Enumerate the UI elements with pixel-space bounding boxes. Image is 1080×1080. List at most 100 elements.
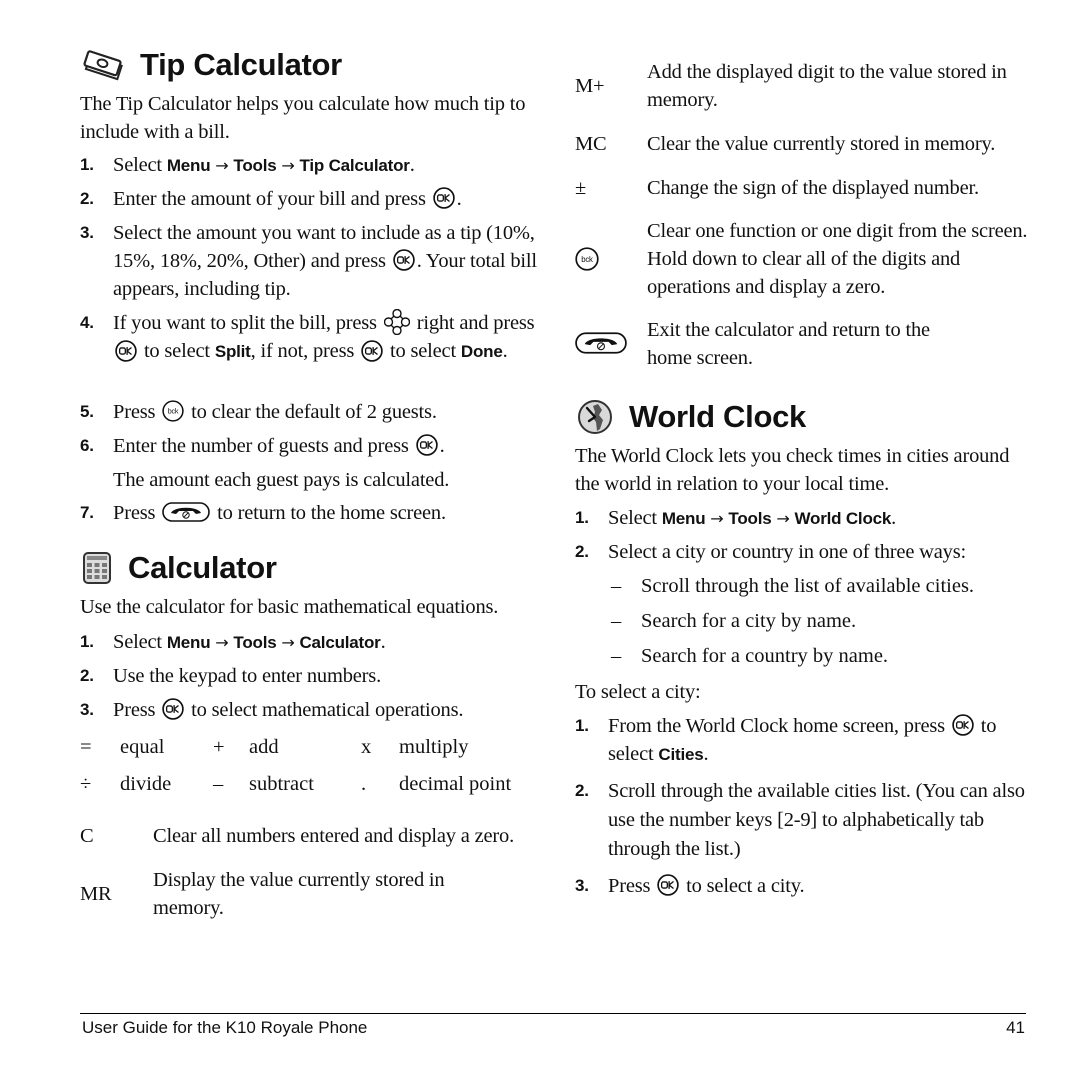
step-number: 3. [575, 876, 589, 895]
way-text: Search for a city by name. [641, 610, 857, 632]
city-step-2: 2. Scroll through the available cities l… [575, 777, 1035, 864]
punctuation: . [703, 743, 709, 765]
step-text: to select [390, 340, 456, 363]
function-term: C [80, 825, 94, 847]
operation-label: divide [120, 773, 172, 795]
dash-bullet: – [611, 575, 622, 597]
step-text: Enter the number of guests and press [113, 435, 409, 457]
punctuation: . [891, 507, 897, 529]
step-text: , if not, press [250, 340, 355, 363]
operation-label: multiply [399, 736, 469, 758]
end-key-icon [575, 331, 627, 363]
page-number: 41 [1006, 1018, 1025, 1037]
calculator-title: Calculator [128, 550, 277, 585]
step-number: 1. [80, 632, 94, 651]
operation-symbol: . [361, 773, 367, 795]
step-number: 5. [80, 402, 94, 421]
function-description: Add the displayed digit to the value sto… [647, 61, 1007, 111]
step-text: Scroll through the available cities list… [608, 780, 1025, 860]
tip-calculator-label: Tip Calculator [299, 156, 410, 175]
way-item: – Search for a country by name. [575, 642, 1035, 670]
footer-guide-title: User Guide for the K10 Royale Phone [82, 1018, 368, 1037]
footer-divider [80, 1013, 1026, 1014]
end-key-icon [162, 502, 211, 523]
operation-symbol: – [213, 773, 224, 795]
arrow-icon: → [210, 633, 234, 652]
step-number: 2. [80, 189, 94, 208]
world-clock-icon [575, 399, 615, 435]
operations-table: = equal + add x multiply ÷ divide – subt… [80, 736, 540, 806]
tip-calculator-title: Tip Calculator [140, 47, 342, 82]
step-text: Enter the amount of your bill and press [113, 188, 426, 210]
step-text: to select [143, 340, 210, 363]
wc-step-2: 2. Select a city or country in one of th… [575, 538, 1035, 566]
tip-step-5: 5. Press to clear the default of 2 guest… [80, 398, 540, 426]
navigation-key-icon [383, 309, 410, 336]
done-label: Done [460, 342, 503, 362]
arrow-icon: → [771, 509, 795, 528]
function-description: Clear all numbers entered and display a … [153, 825, 514, 847]
back-key-icon [575, 247, 599, 279]
step-text: to select a city. [686, 875, 805, 897]
ok-key-icon [162, 698, 184, 721]
step-number: 2. [575, 781, 589, 800]
world-clock-label: World Clock [794, 509, 892, 528]
arrow-icon: → [705, 509, 729, 528]
money-bill-icon [80, 47, 126, 83]
arrow-icon: → [276, 156, 300, 175]
function-description: Exit the calculator and return to the ho… [647, 319, 930, 369]
calculator-intro: Use the calculator for basic mathematica… [80, 596, 499, 618]
arrow-icon: → [276, 633, 300, 652]
operation-symbol: + [213, 736, 225, 758]
city-step-1: 1. From the World Clock home screen, pre… [575, 712, 1035, 769]
arrow-icon: → [210, 156, 234, 175]
function-description: Clear the value currently stored in memo… [647, 133, 996, 155]
calc-step-1: 1. Select Menu → Tools → Calculator. [80, 628, 540, 657]
operation-label: decimal point [399, 773, 512, 795]
step-note: The amount each guest pays is calculated… [113, 469, 450, 491]
way-text: Scroll through the list of available cit… [641, 575, 975, 597]
step-number: 7. [80, 503, 94, 522]
step-text: to clear the default of 2 guests. [191, 401, 437, 423]
world-clock-title: World Clock [629, 399, 806, 434]
step-number: 6. [80, 436, 94, 455]
operation-label: subtract [249, 773, 314, 795]
cities-label: Cities [658, 745, 704, 764]
select-city-label: To select a city: [575, 681, 701, 703]
calculator-heading: Calculator [80, 550, 277, 586]
operation-label: equal [120, 736, 165, 758]
operation-symbol: ÷ [80, 773, 92, 795]
tip-step-1: 1. Select Menu → Tools → Tip Calculator. [80, 151, 540, 180]
tip-step-7: 7. Press to return to the home screen. [80, 499, 540, 527]
dash-bullet: – [611, 610, 622, 632]
punctuation: . [439, 435, 445, 457]
step-number: 2. [80, 666, 94, 685]
operation-symbol: x [361, 736, 372, 758]
punctuation: . [502, 340, 508, 363]
dash-bullet: – [611, 645, 622, 667]
function-description: Change the sign of the displayed number. [647, 177, 979, 199]
function-term: MC [575, 133, 607, 155]
split-label: Split [214, 342, 251, 362]
step-text: From the World Clock home screen, press [608, 715, 945, 737]
function-row-mr: MR Display the value currently stored in… [80, 866, 540, 922]
tip-step-4: 4. If you want to split the bill, press … [80, 309, 540, 366]
menu-label: Menu [166, 633, 211, 652]
function-row-sign: ± Change the sign of the displayed numbe… [575, 174, 1035, 202]
step-text: If you want to split the bill, press [113, 312, 377, 334]
step-text: to select mathematical operations. [191, 699, 464, 721]
tools-label: Tools [728, 509, 772, 528]
calculator-label: Calculator [299, 633, 381, 652]
function-row-m-plus: M+ Add the displayed digit to the value … [575, 58, 1035, 114]
operation-label: add [249, 736, 279, 758]
tip-step-6: 6. Enter the number of guests and press … [80, 432, 540, 494]
punctuation: . [380, 631, 386, 653]
wc-step-1: 1. Select Menu → Tools → World Clock. [575, 504, 1035, 533]
tip-calculator-intro: The Tip Calculator helps you calculate h… [80, 93, 526, 143]
ok-key-icon [392, 249, 415, 272]
step-number: 3. [80, 223, 94, 242]
operation-symbol: = [80, 736, 92, 758]
calc-step-2: 2. Use the keypad to enter numbers. [80, 662, 540, 690]
menu-label: Menu [166, 156, 211, 175]
step-text: to return to the home screen. [217, 502, 446, 524]
